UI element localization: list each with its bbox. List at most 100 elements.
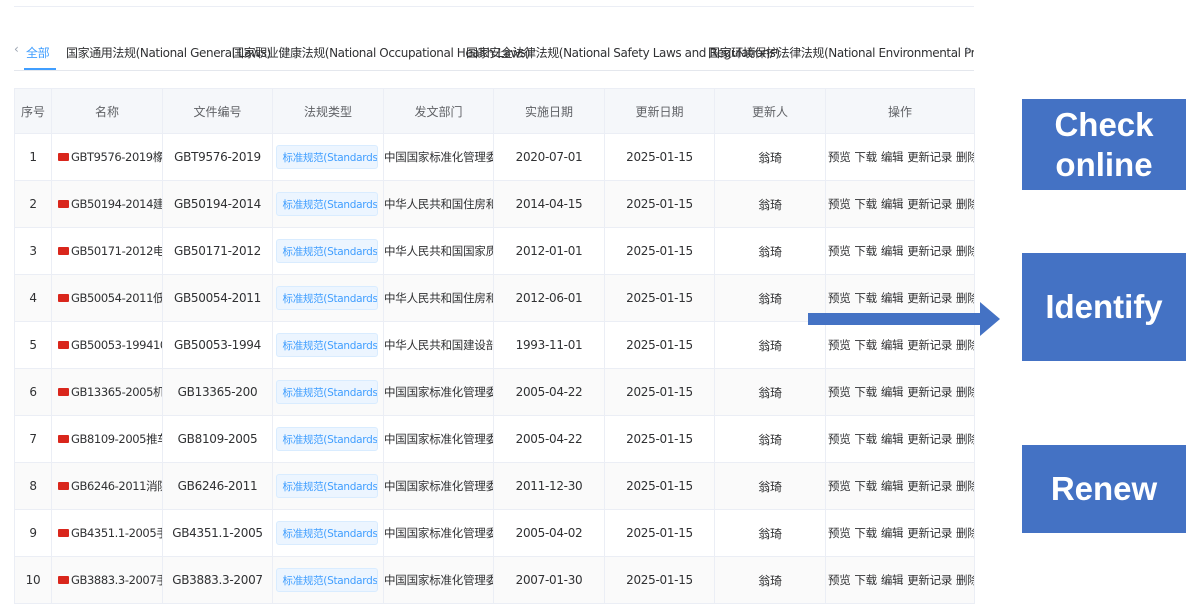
tabs-next-icon[interactable]: ›	[965, 42, 970, 56]
action-delete-button[interactable]: 删除	[956, 431, 973, 447]
row-name-text[interactable]: GB8109-2005推车式灭火	[71, 431, 162, 447]
row-name[interactable]: GB13365-2005机动车排	[51, 368, 163, 416]
action-delete-button[interactable]: 删除	[956, 525, 973, 541]
action-edit-button[interactable]: 编辑	[881, 525, 904, 541]
action-preview-button[interactable]: 预览	[828, 337, 851, 353]
action-delete-button[interactable]: 删除	[956, 478, 973, 494]
row-file-number: GB50194-2014	[162, 180, 273, 228]
action-preview-button[interactable]: 预览	[828, 478, 851, 494]
action-update-log-button[interactable]: 更新记录	[907, 525, 952, 541]
pdf-file-icon	[58, 294, 69, 302]
action-edit-button[interactable]: 编辑	[881, 196, 904, 212]
identify-box: Identify	[1022, 253, 1186, 361]
row-name[interactable]: GB50171-2012电气装置	[51, 227, 163, 275]
laws-table: 序号 名称 文件编号 法规类型 发文部门 实施日期 更新日期 更新人 操作 1 G…	[14, 88, 975, 604]
row-actions: 预览下载编辑更新记录删除	[825, 509, 975, 557]
action-edit-button[interactable]: 编辑	[881, 478, 904, 494]
pdf-file-icon	[58, 388, 69, 396]
action-preview-button[interactable]: 预览	[828, 384, 851, 400]
pdf-file-icon	[58, 153, 69, 161]
row-index: 5	[14, 321, 52, 369]
action-download-button[interactable]: 下载	[854, 572, 877, 588]
action-preview-button[interactable]: 预览	[828, 196, 851, 212]
row-type-cell: 标准规范(Standards and Norm	[272, 462, 384, 510]
action-update-log-button[interactable]: 更新记录	[907, 478, 952, 494]
action-preview-button[interactable]: 预览	[828, 149, 851, 165]
action-edit-button[interactable]: 编辑	[881, 149, 904, 165]
action-update-log-button[interactable]: 更新记录	[907, 243, 952, 259]
row-actions: 预览下载编辑更新记录删除	[825, 227, 975, 275]
action-download-button[interactable]: 下载	[854, 196, 877, 212]
row-name-text[interactable]: GBT9576-2019橡胶和塑	[71, 149, 162, 165]
tab-environmental-laws[interactable]: 国家环境保护法律法规(National Environmental Protec…	[708, 44, 974, 61]
action-preview-button[interactable]: 预览	[828, 572, 851, 588]
row-update-date: 2025-01-15	[604, 180, 715, 228]
row-actions: 预览下载编辑更新记录删除	[825, 368, 975, 416]
action-download-button[interactable]: 下载	[854, 243, 877, 259]
regulation-type-tag: 标准规范(Standards and Norm	[275, 380, 378, 404]
row-name[interactable]: GB3883.3-2007手持式电	[51, 556, 163, 604]
row-name-text[interactable]: GB50194-2014建设工程	[71, 196, 162, 212]
table-row: 2 GB50194-2014建设工程GB50194-2014标准规范(Standa…	[14, 180, 975, 228]
action-download-button[interactable]: 下载	[854, 525, 877, 541]
row-index: 3	[14, 227, 52, 275]
row-file-number: GB13365-200	[162, 368, 273, 416]
row-name[interactable]: GB4351.1-2005手提式灭	[51, 509, 163, 557]
row-actions: 预览下载编辑更新记录删除	[825, 415, 975, 463]
action-download-button[interactable]: 下载	[854, 478, 877, 494]
row-name-text[interactable]: GB6246-2011消防水带	[71, 478, 162, 494]
action-edit-button[interactable]: 编辑	[881, 431, 904, 447]
action-update-log-button[interactable]: 更新记录	[907, 572, 952, 588]
row-name-text[interactable]: GB3883.3-2007手持式电	[71, 572, 162, 588]
tab-all[interactable]: 全部	[26, 44, 50, 61]
action-update-log-button[interactable]: 更新记录	[907, 337, 952, 353]
action-edit-button[interactable]: 编辑	[881, 243, 904, 259]
row-name[interactable]: GB50054-2011低压配电	[51, 274, 163, 322]
row-type-cell: 标准规范(Standards and Norm	[272, 274, 384, 322]
action-delete-button[interactable]: 删除	[956, 149, 973, 165]
row-updater: 翁琦	[714, 556, 826, 604]
action-update-log-button[interactable]: 更新记录	[907, 149, 952, 165]
tabs-prev-icon[interactable]: ‹	[14, 42, 19, 56]
action-preview-button[interactable]: 预览	[828, 525, 851, 541]
row-implementation-date: 2012-06-01	[493, 274, 605, 322]
row-name[interactable]: GB50194-2014建设工程	[51, 180, 163, 228]
action-edit-button[interactable]: 编辑	[881, 337, 904, 353]
row-name-text[interactable]: GB50171-2012电气装置	[71, 243, 162, 259]
action-download-button[interactable]: 下载	[854, 337, 877, 353]
action-edit-button[interactable]: 编辑	[881, 572, 904, 588]
action-delete-button[interactable]: 删除	[956, 243, 973, 259]
action-edit-button[interactable]: 编辑	[881, 384, 904, 400]
action-delete-button[interactable]: 删除	[956, 337, 973, 353]
pdf-file-icon	[58, 435, 69, 443]
action-download-button[interactable]: 下载	[854, 431, 877, 447]
action-preview-button[interactable]: 预览	[828, 243, 851, 259]
row-department: 中国国家标准化管理委...	[383, 509, 494, 557]
header-regulation-type: 法规类型	[272, 88, 384, 134]
header-actions: 操作	[825, 88, 975, 134]
regulation-type-tag: 标准规范(Standards and Norm	[275, 521, 378, 545]
row-name[interactable]: GB8109-2005推车式灭火	[51, 415, 163, 463]
row-name-text[interactable]: GB13365-2005机动车排	[71, 384, 162, 400]
row-name-text[interactable]: GB50054-2011低压配电	[71, 290, 162, 306]
row-name-text[interactable]: GB50053-199410kV及以	[71, 337, 162, 353]
row-type-cell: 标准规范(Standards and Norm	[272, 509, 384, 557]
row-name[interactable]: GBT9576-2019橡胶和塑	[51, 133, 163, 181]
action-download-button[interactable]: 下载	[854, 384, 877, 400]
row-name[interactable]: GB6246-2011消防水带	[51, 462, 163, 510]
action-update-log-button[interactable]: 更新记录	[907, 384, 952, 400]
action-update-log-button[interactable]: 更新记录	[907, 196, 952, 212]
action-delete-button[interactable]: 删除	[956, 572, 973, 588]
action-delete-button[interactable]: 删除	[956, 196, 973, 212]
row-index: 7	[14, 415, 52, 463]
header-name: 名称	[51, 88, 163, 134]
row-name-text[interactable]: GB4351.1-2005手提式灭	[71, 525, 162, 541]
row-department: 中国国家标准化管理委...	[383, 556, 494, 604]
row-name[interactable]: GB50053-199410kV及以	[51, 321, 163, 369]
action-update-log-button[interactable]: 更新记录	[907, 431, 952, 447]
action-download-button[interactable]: 下载	[854, 149, 877, 165]
regulation-type-tag: 标准规范(Standards and Norm	[275, 239, 378, 263]
action-preview-button[interactable]: 预览	[828, 431, 851, 447]
action-delete-button[interactable]: 删除	[956, 384, 973, 400]
row-update-date: 2025-01-15	[604, 415, 715, 463]
